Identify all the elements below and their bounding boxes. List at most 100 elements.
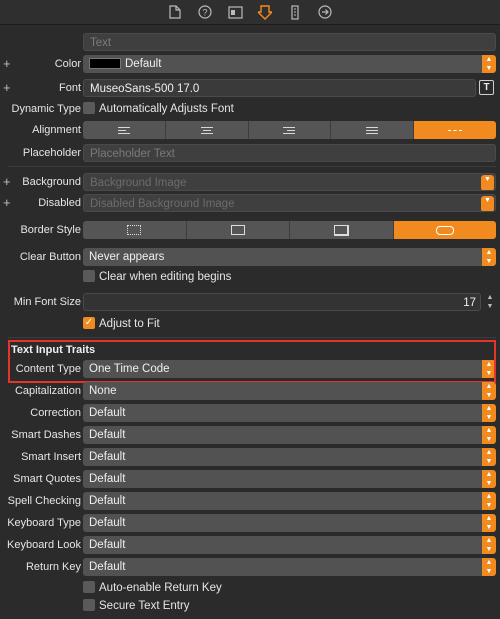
border-none-button[interactable] bbox=[83, 221, 187, 239]
color-row: + Color Default ▲ ▼ bbox=[0, 54, 500, 74]
clear-button-popup[interactable]: Never appears ▲ ▼ bbox=[83, 248, 496, 266]
placeholder-value: Placeholder Text bbox=[90, 148, 175, 160]
add-variation-icon[interactable]: + bbox=[3, 193, 11, 213]
smart-quotes-label: Smart Quotes bbox=[13, 473, 81, 485]
secure-text-checkbox[interactable] bbox=[83, 599, 95, 611]
placeholder-row: Placeholder Placeholder Text bbox=[0, 143, 500, 163]
text-field[interactable]: Text bbox=[83, 33, 496, 51]
keyboard-look-label: Keyboard Look bbox=[7, 539, 81, 551]
smart-quotes-value: Default bbox=[89, 473, 126, 485]
border-none-icon bbox=[127, 225, 142, 235]
align-left-button[interactable] bbox=[83, 121, 166, 139]
color-swatch bbox=[89, 58, 121, 70]
clear-button-label: Clear Button bbox=[19, 251, 81, 263]
border-bezel-button[interactable] bbox=[290, 221, 394, 239]
smart-quotes-popup[interactable]: Default ▲ ▼ bbox=[83, 470, 496, 488]
chevron-updown-icon: ▲ ▼ bbox=[482, 404, 496, 422]
spell-checking-popup[interactable]: Default ▲ ▼ bbox=[83, 492, 496, 510]
secure-text-label: Secure Text Entry bbox=[99, 600, 190, 612]
auto-enable-return-label: Auto-enable Return Key bbox=[99, 582, 222, 594]
spell-checking-label: Spell Checking bbox=[7, 495, 81, 507]
clear-when-editing-label: Clear when editing begins bbox=[99, 271, 232, 283]
attributes-inspector-icon[interactable] bbox=[256, 3, 274, 21]
align-right-button[interactable] bbox=[248, 121, 332, 139]
smart-insert-popup[interactable]: Default ▲ ▼ bbox=[83, 448, 496, 466]
background-image-value: Background Image bbox=[90, 177, 187, 189]
auto-enable-return-row: Auto-enable Return Key bbox=[0, 578, 500, 598]
color-popup[interactable]: Default ▲ ▼ bbox=[83, 55, 496, 73]
keyboard-type-row: Keyboard Type Default ▲ ▼ bbox=[0, 513, 500, 533]
align-natural-button[interactable] bbox=[414, 121, 496, 139]
return-key-row: Return Key Default ▲ ▼ bbox=[0, 557, 500, 577]
color-value: Default bbox=[125, 58, 162, 70]
clear-button-row: Clear Button Never appears ▲ ▼ bbox=[0, 247, 500, 267]
chevron-updown-icon: ▲ ▼ bbox=[482, 248, 496, 266]
capitalization-popup[interactable]: None ▲ ▼ bbox=[83, 382, 496, 400]
min-font-size-value: 17 bbox=[463, 297, 476, 309]
keyboard-type-value: Default bbox=[89, 517, 126, 529]
placeholder-field[interactable]: Placeholder Text bbox=[83, 144, 496, 162]
align-justify-button[interactable] bbox=[331, 121, 415, 139]
border-line-icon bbox=[230, 225, 245, 235]
correction-label: Correction bbox=[30, 407, 81, 419]
text-placeholder: Text bbox=[90, 37, 112, 49]
inspector-tab-bar: ? bbox=[0, 0, 500, 25]
disabled-image-field[interactable]: Disabled Background Image ▼ bbox=[83, 194, 496, 212]
align-natural-icon bbox=[448, 129, 463, 131]
section-divider bbox=[8, 337, 496, 338]
font-row: + Font MuseoSans-500 17.0 T bbox=[0, 78, 500, 98]
chevron-updown-icon: ▲ ▼ bbox=[482, 558, 496, 576]
font-picker-icon[interactable]: T bbox=[479, 80, 494, 95]
correction-popup[interactable]: Default ▲ ▼ bbox=[83, 404, 496, 422]
border-rounded-button[interactable] bbox=[393, 221, 496, 239]
help-icon[interactable]: ? bbox=[196, 3, 214, 21]
smart-insert-row: Smart Insert Default ▲ ▼ bbox=[0, 447, 500, 467]
clear-when-editing-checkbox[interactable] bbox=[83, 270, 95, 282]
background-row: + Background Background Image ▼ bbox=[0, 172, 500, 192]
auto-adjust-font-label: Automatically Adjusts Font bbox=[99, 103, 234, 115]
auto-adjust-font-checkbox[interactable] bbox=[83, 102, 95, 114]
chevron-down-icon[interactable]: ▼ bbox=[481, 196, 494, 211]
border-line-button[interactable] bbox=[186, 221, 290, 239]
min-font-size-field[interactable]: 17 bbox=[83, 293, 481, 311]
correction-value: Default bbox=[89, 407, 126, 419]
chevron-updown-icon: ▲ ▼ bbox=[482, 470, 496, 488]
align-center-icon bbox=[200, 126, 213, 134]
size-inspector-icon[interactable] bbox=[286, 3, 304, 21]
secure-text-row: Secure Text Entry bbox=[0, 596, 500, 616]
smart-insert-value: Default bbox=[89, 451, 126, 463]
spell-checking-value: Default bbox=[89, 495, 126, 507]
font-field[interactable]: MuseoSans-500 17.0 bbox=[83, 79, 476, 97]
keyboard-look-popup[interactable]: Default ▲ ▼ bbox=[83, 536, 496, 554]
return-key-popup[interactable]: Default ▲ ▼ bbox=[83, 558, 496, 576]
chevron-updown-icon: ▲ ▼ bbox=[482, 426, 496, 444]
alignment-row: Alignment bbox=[0, 120, 500, 140]
chevron-updown-icon: ▲ ▼ bbox=[482, 492, 496, 510]
clear-editing-row: Clear when editing begins bbox=[0, 267, 500, 287]
clear-button-value: Never appears bbox=[89, 251, 165, 263]
smart-dashes-popup[interactable]: Default ▲ ▼ bbox=[83, 426, 496, 444]
file-inspector-icon[interactable] bbox=[166, 3, 184, 21]
smart-dashes-label: Smart Dashes bbox=[11, 429, 81, 441]
chevron-down-icon[interactable]: ▼ bbox=[481, 175, 494, 190]
background-image-field[interactable]: Background Image ▼ bbox=[83, 173, 496, 191]
keyboard-type-popup[interactable]: Default ▲ ▼ bbox=[83, 514, 496, 532]
capitalization-label: Capitalization bbox=[14, 385, 81, 397]
disabled-image-value: Disabled Background Image bbox=[90, 198, 235, 210]
capitalization-row: Capitalization None ▲ ▼ bbox=[0, 381, 500, 401]
disabled-row: + Disabled Disabled Background Image ▼ bbox=[0, 193, 500, 213]
svg-text:?: ? bbox=[202, 8, 207, 18]
adjust-to-fit-checkbox[interactable]: ✓ bbox=[83, 317, 95, 329]
connections-inspector-icon[interactable] bbox=[316, 3, 334, 21]
add-variation-icon[interactable]: + bbox=[3, 78, 11, 98]
chevron-updown-icon: ▲ ▼ bbox=[482, 382, 496, 400]
background-label: Background bbox=[22, 176, 81, 188]
auto-enable-return-checkbox[interactable] bbox=[83, 581, 95, 593]
spell-checking-row: Spell Checking Default ▲ ▼ bbox=[0, 491, 500, 511]
identity-inspector-icon[interactable] bbox=[226, 3, 244, 21]
add-variation-icon[interactable]: + bbox=[3, 54, 11, 74]
align-center-button[interactable] bbox=[165, 121, 249, 139]
add-variation-icon[interactable]: + bbox=[3, 172, 11, 192]
smart-insert-label: Smart Insert bbox=[21, 451, 81, 463]
stepper-icon[interactable]: ▲ ▼ bbox=[484, 293, 496, 311]
